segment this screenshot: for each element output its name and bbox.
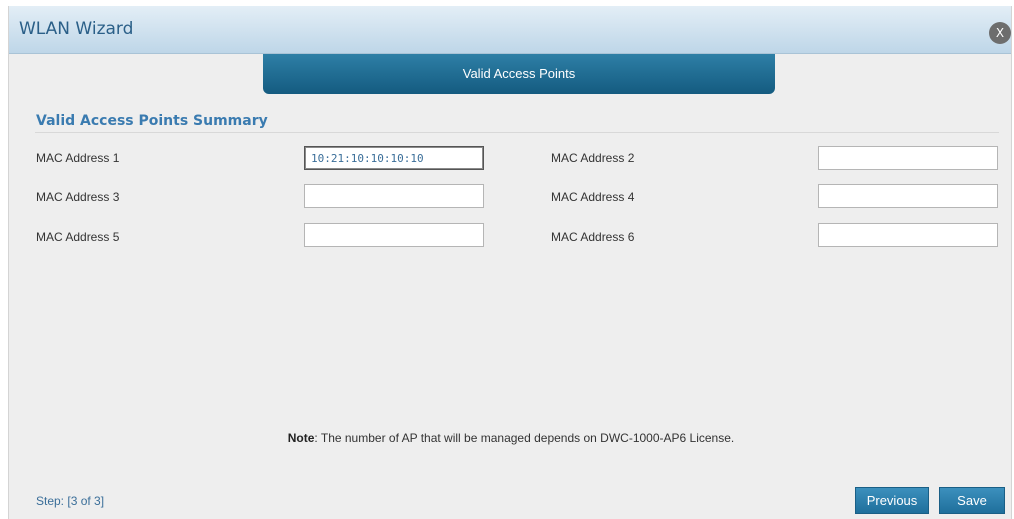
mac-address-2-label: MAC Address 2 — [551, 151, 635, 165]
section-divider — [35, 132, 999, 133]
mac-address-6-input[interactable] — [818, 223, 998, 247]
mac-address-5-label: MAC Address 5 — [36, 230, 120, 244]
dialog-titlebar: WLAN Wizard X — [9, 6, 1011, 54]
mac-address-3-label: MAC Address 3 — [36, 190, 120, 204]
save-button[interactable]: Save — [939, 487, 1005, 514]
note-prefix: Note — [287, 431, 315, 445]
mac-address-3-input[interactable] — [304, 184, 484, 208]
note-text: : The number of AP that will be managed … — [314, 431, 735, 445]
previous-button[interactable]: Previous — [855, 487, 929, 514]
mac-address-2-input[interactable] — [818, 146, 998, 170]
close-icon[interactable]: X — [989, 22, 1011, 44]
wlan-wizard-dialog: WLAN Wizard X Valid Access Points Valid … — [8, 6, 1012, 519]
step-indicator: Step: [3 of 3] — [36, 494, 105, 508]
tab-valid-access-points: Valid Access Points — [263, 54, 775, 94]
mac-address-5-input[interactable] — [304, 223, 484, 247]
license-note: Note: The number of AP that will be mana… — [9, 431, 1011, 445]
dialog-title: WLAN Wizard — [19, 19, 134, 39]
mac-address-1-input[interactable] — [304, 146, 484, 170]
mac-address-4-label: MAC Address 4 — [551, 190, 635, 204]
mac-address-1-label: MAC Address 1 — [36, 151, 120, 165]
section-title: Valid Access Points Summary — [36, 113, 268, 129]
mac-address-4-input[interactable] — [818, 184, 998, 208]
mac-address-6-label: MAC Address 6 — [551, 230, 635, 244]
